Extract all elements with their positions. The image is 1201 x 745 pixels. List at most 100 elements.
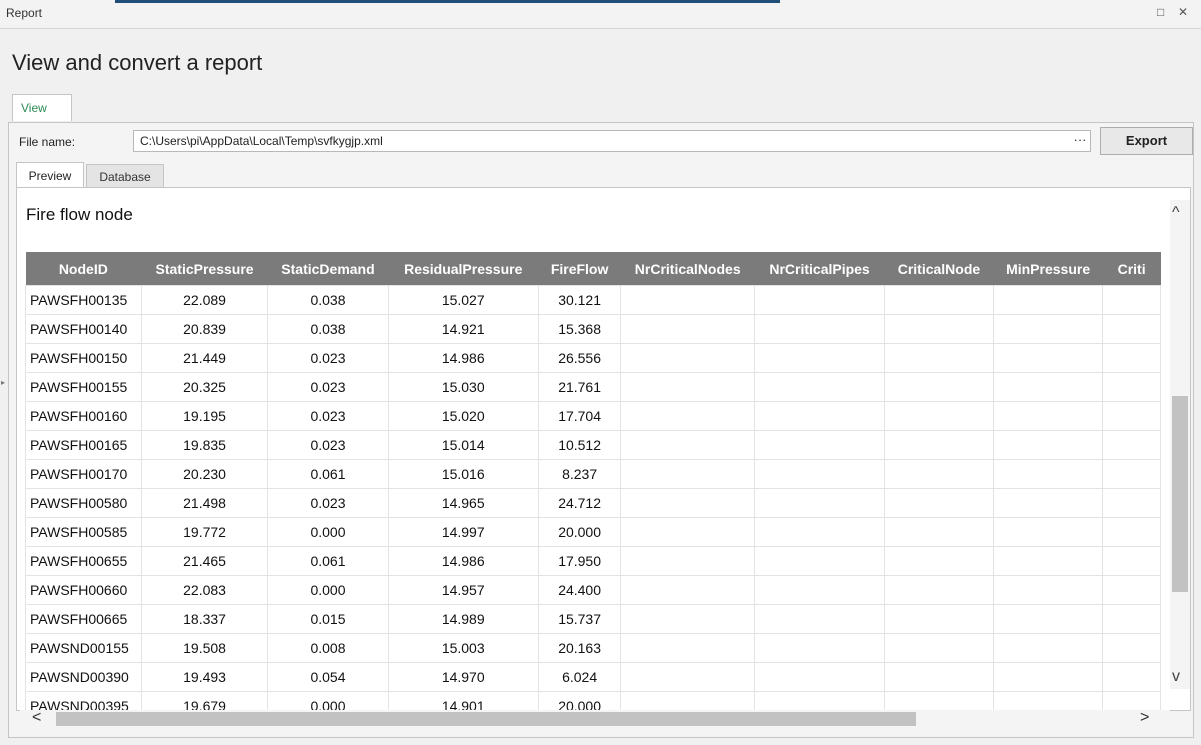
tab-database[interactable]: Database xyxy=(86,164,164,188)
table-row[interactable]: PAWSFH00170 20.230 0.061 15.016 8.237 xyxy=(25,459,1161,489)
table-cell: 21.465 xyxy=(140,546,269,576)
table-row[interactable]: PAWSFH00150 21.449 0.023 14.986 26.556 xyxy=(25,343,1161,373)
table-cell xyxy=(883,662,994,692)
table-cell: 19.508 xyxy=(140,633,269,663)
table-cell: 21.449 xyxy=(140,343,269,373)
window-titlebar: Report □ ✕ xyxy=(0,0,1201,29)
tab-view[interactable]: View xyxy=(12,94,72,121)
browse-button[interactable]: ··· xyxy=(1070,131,1090,151)
node-id-cell: PAWSFH00165 xyxy=(25,430,142,460)
table-cell xyxy=(883,314,994,344)
table-row[interactable]: PAWSND00395 19.679 0.000 14.901 20.000 xyxy=(25,691,1161,710)
table-cell xyxy=(992,691,1104,710)
table-row[interactable]: PAWSFH00165 19.835 0.023 15.014 10.512 xyxy=(25,430,1161,460)
column-header[interactable]: StaticPressure xyxy=(141,252,268,286)
table-cell: 15.016 xyxy=(387,459,539,489)
table-cell xyxy=(1102,575,1161,605)
file-name-field[interactable]: C:\Users\pi\AppData\Local\Temp\svfkygjp.… xyxy=(133,130,1091,152)
table-cell: 14.986 xyxy=(387,343,539,373)
table-cell xyxy=(754,488,885,518)
table-cell xyxy=(883,633,994,663)
export-button[interactable]: Export xyxy=(1100,127,1193,155)
table-cell: 14.986 xyxy=(387,546,539,576)
table-cell: 14.921 xyxy=(387,314,539,344)
table-cell xyxy=(620,459,756,489)
horizontal-scroll-thumb[interactable] xyxy=(56,712,916,726)
table-cell: 20.000 xyxy=(537,517,622,547)
table-cell xyxy=(620,488,756,518)
table-cell: 6.024 xyxy=(537,662,622,692)
table-cell: 0.038 xyxy=(267,285,389,315)
scroll-right-icon[interactable]: > xyxy=(1140,709,1149,727)
table-cell xyxy=(992,401,1104,431)
table-row[interactable]: PAWSFH00155 20.325 0.023 15.030 21.761 xyxy=(25,372,1161,402)
node-id-cell: PAWSFH00665 xyxy=(25,604,142,634)
file-name-label: File name: xyxy=(19,135,76,149)
table-row[interactable]: PAWSFH00655 21.465 0.061 14.986 17.950 xyxy=(25,546,1161,576)
scroll-up-icon[interactable]: ^ xyxy=(1172,204,1180,222)
node-id-cell: PAWSFH00660 xyxy=(25,575,142,605)
column-header[interactable]: NrCriticalPipes xyxy=(754,252,885,286)
table-cell xyxy=(620,285,756,315)
table-cell: 30.121 xyxy=(537,285,622,315)
table-row[interactable]: PAWSFH00665 18.337 0.015 14.989 15.737 xyxy=(25,604,1161,634)
table-row[interactable]: PAWSND00155 19.508 0.008 15.003 20.163 xyxy=(25,633,1161,663)
table-cell xyxy=(754,285,885,315)
table-cell: 0.000 xyxy=(267,517,389,547)
column-header[interactable]: NrCriticalNodes xyxy=(620,252,755,286)
panel-expand-icon[interactable]: ▸ xyxy=(1,378,5,387)
table-cell: 19.679 xyxy=(140,691,269,710)
column-header[interactable]: FireFlow xyxy=(538,252,621,286)
node-id-cell: PAWSND00155 xyxy=(25,633,142,663)
table-cell xyxy=(1102,691,1161,710)
scroll-left-icon[interactable]: < xyxy=(32,709,41,727)
table-cell xyxy=(883,604,994,634)
column-header[interactable]: CriticalNode xyxy=(884,252,994,286)
table-cell: 15.014 xyxy=(387,430,539,460)
table-row[interactable]: PAWSFH00585 19.772 0.000 14.997 20.000 xyxy=(25,517,1161,547)
table-cell xyxy=(1102,662,1161,692)
table-cell: 15.737 xyxy=(537,604,622,634)
vertical-scroll-thumb[interactable] xyxy=(1172,396,1188,592)
column-header[interactable]: Criti xyxy=(1102,252,1161,286)
table-row[interactable]: PAWSFH00660 22.083 0.000 14.957 24.400 xyxy=(25,575,1161,605)
table-cell xyxy=(1102,517,1161,547)
node-id-cell: PAWSFH00170 xyxy=(25,459,142,489)
table-row[interactable]: PAWSND00390 19.493 0.054 14.970 6.024 xyxy=(25,662,1161,692)
report-table: NodeID StaticPressure StaticDemand Residual… xyxy=(25,252,1161,710)
table-cell xyxy=(620,401,756,431)
tab-preview[interactable]: Preview xyxy=(16,162,84,188)
table-cell xyxy=(883,459,994,489)
table-cell: 0.023 xyxy=(267,430,389,460)
column-header[interactable]: ResidualPressure xyxy=(388,252,539,286)
table-cell xyxy=(992,459,1104,489)
column-header[interactable]: NodeID xyxy=(25,252,142,286)
scroll-down-icon[interactable]: v xyxy=(1172,668,1180,686)
table-cell: 15.020 xyxy=(387,401,539,431)
table-cell xyxy=(883,372,994,402)
close-icon[interactable]: ✕ xyxy=(1178,5,1188,19)
table-cell xyxy=(883,575,994,605)
table-cell xyxy=(1102,633,1161,663)
column-header[interactable]: MinPressure xyxy=(993,252,1103,286)
table-row[interactable]: PAWSFH00140 20.839 0.038 14.921 15.368 xyxy=(25,314,1161,344)
table-header-row: NodeID StaticPressure StaticDemand Residual… xyxy=(25,252,1161,286)
column-header[interactable]: StaticDemand xyxy=(267,252,389,286)
table-cell xyxy=(1102,285,1161,315)
table-cell xyxy=(754,691,885,710)
table-cell: 22.089 xyxy=(140,285,269,315)
table-row[interactable]: PAWSFH00580 21.498 0.023 14.965 24.712 xyxy=(25,488,1161,518)
table-cell xyxy=(992,430,1104,460)
window-title: Report xyxy=(6,6,43,20)
table-cell: 19.195 xyxy=(140,401,269,431)
table-row[interactable]: PAWSFH00160 19.195 0.023 15.020 17.704 xyxy=(25,401,1161,431)
table-cell xyxy=(754,604,885,634)
restore-icon[interactable]: □ xyxy=(1157,5,1164,19)
table-row[interactable]: PAWSFH00135 22.089 0.038 15.027 30.121 xyxy=(25,285,1161,315)
table-cell: 15.027 xyxy=(387,285,539,315)
table-cell: 24.400 xyxy=(537,575,622,605)
table-cell: 19.772 xyxy=(140,517,269,547)
table-cell: 21.498 xyxy=(140,488,269,518)
table-cell: 15.003 xyxy=(387,633,539,663)
table-cell xyxy=(1102,314,1161,344)
